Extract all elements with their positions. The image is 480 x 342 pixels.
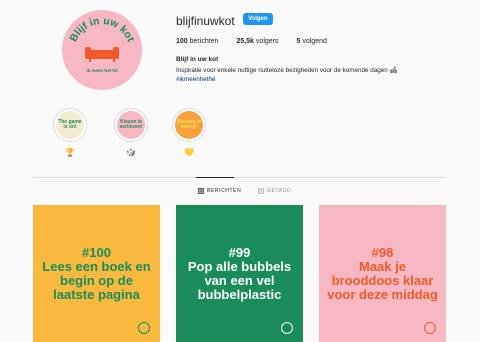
post-text: Maak je brooddoos klaar voor deze middag — [327, 258, 438, 302]
grid-icon — [198, 188, 204, 194]
active-tab-indicator — [196, 177, 234, 178]
post-caption: #98 Maak je brooddoos klaar voor deze mi… — [327, 244, 438, 302]
trophy-icon: 🏆 — [65, 148, 75, 157]
heart-icon: 💛 — [184, 148, 194, 157]
profile-avatar[interactable]: Blijf in uw kot ik meen het hé — [62, 10, 142, 90]
post-tile[interactable]: #100 Lees een boek en begin op de laatst… — [33, 205, 160, 342]
post-text: Pop alle bubbels van een vel bubbelplast… — [187, 258, 292, 302]
follow-button[interactable]: Volgen — [243, 13, 273, 25]
tag-icon — [258, 188, 264, 194]
dice-icon: 🎲 — [126, 148, 136, 157]
tab-getagd[interactable]: GETAGD — [258, 188, 291, 194]
blijf-in-uw-kot-logo-icon — [138, 322, 150, 334]
post-number: #100 — [82, 244, 111, 260]
avatar-bottom-text: ik meen het hé — [86, 68, 118, 73]
blijf-in-uw-kot-logo-icon — [424, 322, 436, 334]
svg-text:Blijf in uw kot: Blijf in uw kot — [67, 15, 136, 44]
tab-berichten[interactable]: BERICHTEN — [198, 188, 241, 194]
post-tile[interactable]: #98 Maak je brooddoos klaar voor deze mi… — [319, 205, 446, 342]
profile-username: blijfinuwkot — [176, 14, 235, 28]
tab-label: GETAGD — [267, 188, 292, 194]
tabs-divider — [33, 177, 446, 178]
highlight-sharing[interactable]: Sharing is caring! 💛 — [171, 108, 207, 157]
bio-hashtag[interactable]: #ikmeenhethé — [176, 75, 398, 84]
tab-label: BERICHTEN — [207, 188, 242, 194]
highlight-label: Kiezen is verliezen! — [117, 111, 145, 139]
highlight-game[interactable]: The game is on! 🏆 — [52, 108, 88, 157]
blijf-in-uw-kot-logo: Blijf in uw kot ik meen het hé — [67, 15, 136, 73]
profile-bio: Inspiratie voor enkele nuttige nutteloze… — [176, 66, 398, 84]
post-tile[interactable]: #99 Pop alle bubbels van een vel bubbelp… — [176, 205, 303, 342]
posts-count: 100 berichten — [176, 38, 219, 45]
highlight-kiezen[interactable]: Kiezen is verliezen! 🎲 — [113, 108, 149, 157]
followers-count[interactable]: 25,5k volgers — [236, 38, 278, 45]
highlight-label: Sharing is caring! — [175, 111, 203, 139]
highlight-label: The game is on! — [56, 111, 84, 139]
profile-stats: 100 berichten 25,5k volgers 5 volgend — [176, 38, 327, 45]
post-number: #98 — [371, 244, 394, 260]
post-caption: #99 Pop alle bubbels van een vel bubbelp… — [184, 244, 295, 302]
blijf-in-uw-kot-logo-icon — [281, 322, 293, 334]
post-caption: #100 Lees een boek en begin op de laatst… — [41, 244, 152, 302]
post-number: #99 — [228, 244, 251, 260]
profile-full-name: Blijf in uw kot — [176, 56, 219, 63]
bio-text: Inspiratie voor enkele nuttige nutteloze… — [176, 67, 398, 74]
avatar-top-text: Blijf in uw kot — [67, 15, 136, 44]
post-text: Lees een boek en begin op de laatste pag… — [42, 258, 151, 302]
following-count[interactable]: 5 volgend — [297, 38, 327, 45]
